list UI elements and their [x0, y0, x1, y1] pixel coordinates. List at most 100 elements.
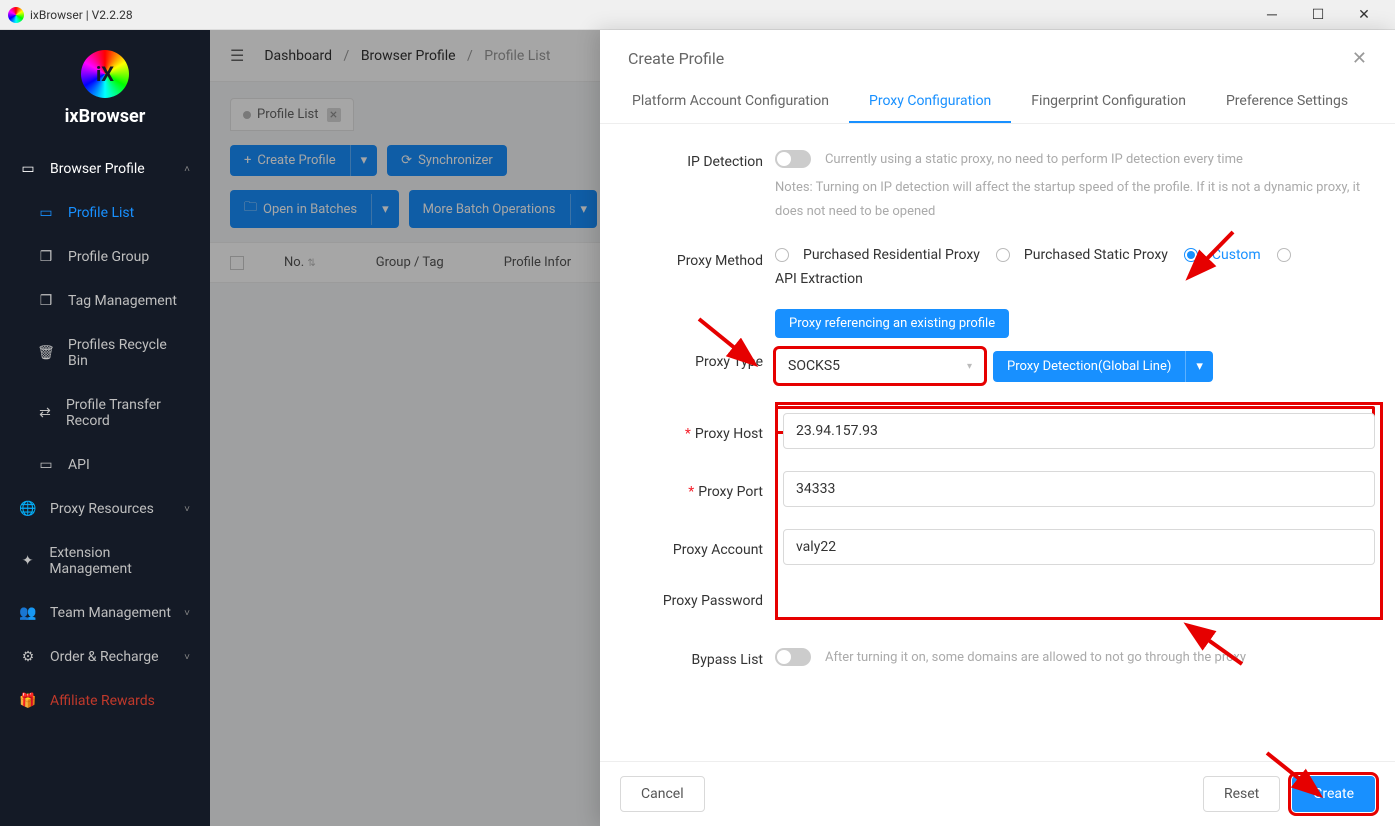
tab-profile-list[interactable]: Profile List × [230, 98, 354, 131]
breadcrumb-dashboard[interactable]: Dashboard [264, 48, 332, 64]
create-button[interactable]: Create [1292, 776, 1375, 812]
drawer-tabs: Platform Account Configuration Proxy Con… [600, 81, 1395, 124]
proxy-inputs-highlight-box [775, 402, 1383, 620]
brand-name: ixBrowser [65, 106, 146, 127]
row-proxy-type: Proxy Type SOCKS5 ▾ Proxy Detection(Glob… [620, 348, 1375, 384]
sidebar-item-label: API [68, 457, 90, 473]
tab-proxy-config[interactable]: Proxy Configuration [849, 81, 1011, 123]
window-minimize-button[interactable]: ─ [1249, 0, 1295, 30]
drawer-close-icon[interactable]: ✕ [1352, 48, 1367, 69]
tab-platform-config[interactable]: Platform Account Configuration [612, 81, 849, 123]
open-batches-split-icon[interactable]: ▾ [371, 194, 399, 225]
window-maximize-button[interactable]: ☐ [1295, 0, 1341, 30]
sidebar-item-api[interactable]: ▭ API [0, 443, 210, 487]
sidebar-header-label: Browser Profile [50, 161, 145, 177]
proxy-type-select[interactable]: SOCKS5 ▾ [775, 348, 985, 384]
proxy-reference-button[interactable]: Proxy referencing an existing profile [775, 309, 1009, 338]
cancel-button[interactable]: Cancel [620, 776, 705, 812]
more-batch-operations-button[interactable]: More Batch Operations ▾ [409, 190, 597, 228]
create-profile-split-icon[interactable]: ▾ [350, 145, 378, 176]
radio-label: Purchased Residential Proxy [803, 247, 980, 263]
row-ip-detection: IP Detection Currently using a static pr… [620, 148, 1375, 225]
radio-purchased-residential[interactable] [775, 248, 789, 262]
sidebar: iX ixBrowser ▭ Browser Profile ˄ ▭ Profi… [0, 30, 210, 826]
radio-label: API Extraction [775, 271, 863, 287]
col-profile-info[interactable]: Profile Infor [504, 255, 571, 270]
btn-label: Synchronizer [418, 153, 493, 168]
sidebar-item-proxy-resources[interactable]: 🌐 Proxy Resources ˅ [0, 487, 210, 531]
tab-preference-settings[interactable]: Preference Settings [1206, 81, 1368, 123]
proxy-method-radiogroup: Purchased Residential Proxy Purchased St… [775, 247, 1375, 287]
label-text: Proxy Host [695, 426, 763, 442]
sidebar-header-browser-profile[interactable]: ▭ Browser Profile ˄ [0, 147, 210, 191]
proxy-detection-split-icon[interactable]: ▾ [1185, 351, 1213, 382]
sidebar-item-affiliate-rewards[interactable]: 🎁 Affiliate Rewards [0, 679, 210, 723]
label-proxy-port: *Proxy Port [620, 478, 775, 500]
ip-detection-toggle[interactable] [775, 150, 811, 168]
folder-icon: 🗀 [244, 198, 257, 220]
reset-button[interactable]: Reset [1203, 776, 1280, 812]
col-no[interactable]: No. ⇅ [284, 255, 316, 270]
sidebar-item-label: Tag Management [68, 293, 177, 309]
gift-icon: 🎁 [20, 693, 36, 709]
radio-purchased-static[interactable] [996, 248, 1010, 262]
btn-label: Create Profile [257, 153, 335, 168]
trash-icon: 🗑 [38, 345, 54, 361]
chevron-up-icon: ˄ [184, 164, 190, 175]
btn-label: Open in Batches [263, 202, 357, 217]
sidebar-item-recycle-bin[interactable]: 🗑 Profiles Recycle Bin [0, 323, 210, 383]
app-root: iX ixBrowser ▭ Browser Profile ˄ ▭ Profi… [0, 30, 1395, 826]
proxy-detection-button[interactable]: Proxy Detection(Global Line) ▾ [993, 351, 1213, 382]
sync-icon: ⟳ [401, 153, 412, 168]
brand-logo-icon: iX [81, 50, 129, 98]
gear-icon: ⚙ [20, 649, 36, 665]
drawer-header: Create Profile ✕ [600, 30, 1395, 81]
tab-close-icon[interactable]: × [327, 108, 341, 122]
radio-api-extraction[interactable] [1277, 248, 1291, 262]
sidebar-item-label: Proxy Resources [50, 501, 154, 517]
sidebar-item-label: Profile List [68, 205, 134, 221]
select-all-checkbox[interactable] [230, 256, 244, 270]
row-proxy-method: Proxy Method Purchased Residential Proxy… [620, 247, 1375, 287]
window-titlebar: ixBrowser | V2.2.28 ─ ☐ ✕ [0, 0, 1395, 30]
sidebar-brand: iX ixBrowser [0, 40, 210, 147]
breadcrumb-sep: / [467, 48, 473, 64]
open-in-batches-button[interactable]: 🗀 Open in Batches ▾ [230, 190, 399, 228]
window-icon: ▭ [20, 161, 36, 177]
sidebar-item-tag-management[interactable]: ❒ Tag Management [0, 279, 210, 323]
ip-detection-note: Notes: Turning on IP detection will affe… [775, 176, 1375, 225]
radio-custom[interactable] [1184, 248, 1198, 262]
sidebar-item-order-recharge[interactable]: ⚙ Order & Recharge ˅ [0, 635, 210, 679]
layers-icon: ❒ [38, 249, 54, 265]
api-icon: ▭ [38, 457, 54, 473]
row-proxy-reference: Proxy referencing an existing profile [620, 309, 1375, 338]
team-icon: 👥 [20, 605, 36, 621]
sidebar-item-label: Extension Management [49, 545, 190, 577]
sidebar-item-label: Team Management [50, 605, 171, 621]
sidebar-item-extension-management[interactable]: ✦ Extension Management [0, 531, 210, 591]
sidebar-toggle-icon[interactable]: ☰ [230, 46, 244, 65]
sidebar-item-transfer-record[interactable]: ⇄ Profile Transfer Record [0, 383, 210, 443]
breadcrumb-current: Profile List [484, 48, 550, 64]
window-close-button[interactable]: ✕ [1341, 0, 1387, 30]
create-profile-button[interactable]: +Create Profile ▾ [230, 145, 377, 176]
tab-fingerprint-config[interactable]: Fingerprint Configuration [1011, 81, 1206, 123]
bypass-list-hint: After turning it on, some domains are al… [825, 650, 1246, 665]
label-proxy-method: Proxy Method [620, 247, 775, 269]
bypass-list-toggle[interactable] [775, 648, 811, 666]
breadcrumb-browser-profile[interactable]: Browser Profile [361, 48, 456, 64]
sidebar-item-label: Profile Group [68, 249, 149, 265]
transfer-icon: ⇄ [38, 405, 52, 421]
more-batch-split-icon[interactable]: ▾ [570, 194, 598, 225]
sidebar-item-team-management[interactable]: 👥 Team Management ˅ [0, 591, 210, 635]
sidebar-item-label: Profiles Recycle Bin [68, 337, 190, 369]
radio-label: Purchased Static Proxy [1024, 247, 1168, 263]
sidebar-item-label: Order & Recharge [50, 649, 159, 665]
tab-label: Profile List [257, 107, 319, 122]
row-bypass-list: Bypass List After turning it on, some do… [620, 646, 1383, 668]
ip-detection-hint: Currently using a static proxy, no need … [825, 152, 1243, 167]
synchronizer-button[interactable]: ⟳ Synchronizer [387, 145, 507, 176]
sidebar-item-profile-group[interactable]: ❒ Profile Group [0, 235, 210, 279]
col-group[interactable]: Group / Tag [376, 255, 444, 270]
sidebar-item-profile-list[interactable]: ▭ Profile List [0, 191, 210, 235]
